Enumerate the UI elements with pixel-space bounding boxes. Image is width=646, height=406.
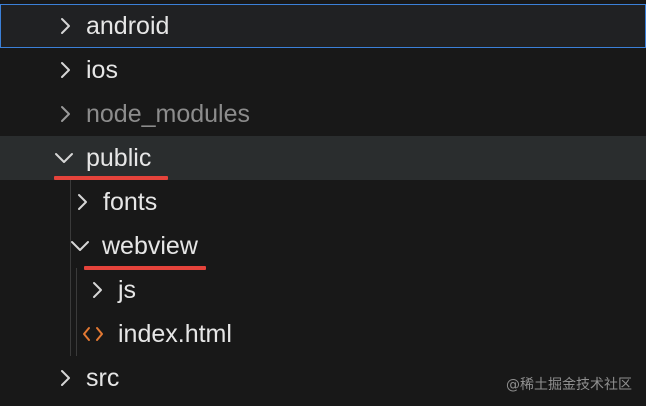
chevron-right-icon — [56, 104, 76, 124]
tree-item-node-modules[interactable]: node_modules — [0, 92, 646, 136]
tree-item-label: ios — [86, 56, 118, 84]
tree-item-label: public — [86, 144, 152, 172]
tree-item-js[interactable]: js — [0, 268, 646, 312]
tree-item-label: node_modules — [86, 100, 251, 128]
tree-item-label: js — [118, 276, 137, 304]
chevron-down-icon — [52, 148, 76, 168]
chevron-right-icon — [56, 368, 76, 388]
tree-item-label: webview — [102, 232, 198, 260]
file-explorer: android ios node_modules public fonts we… — [0, 0, 646, 406]
tree-item-index-html[interactable]: index.html — [0, 312, 646, 356]
tree-item-ios[interactable]: ios — [0, 48, 646, 92]
code-file-icon — [82, 323, 104, 345]
chevron-down-icon — [68, 236, 92, 256]
tree-item-fonts[interactable]: fonts — [0, 180, 646, 224]
tree-item-label: src — [86, 364, 120, 392]
tree-item-android[interactable]: android — [0, 4, 646, 48]
chevron-right-icon — [56, 16, 76, 36]
chevron-right-icon — [56, 60, 76, 80]
watermark: @稀土掘金技术社区 — [506, 377, 632, 393]
chevron-right-icon — [73, 192, 93, 212]
chevron-right-icon — [88, 280, 108, 300]
tree-item-webview[interactable]: webview — [0, 224, 646, 268]
tree-item-public[interactable]: public — [0, 136, 646, 180]
tree-item-label: android — [86, 12, 170, 40]
tree-item-label: fonts — [103, 188, 158, 216]
tree-item-label: index.html — [118, 320, 232, 348]
